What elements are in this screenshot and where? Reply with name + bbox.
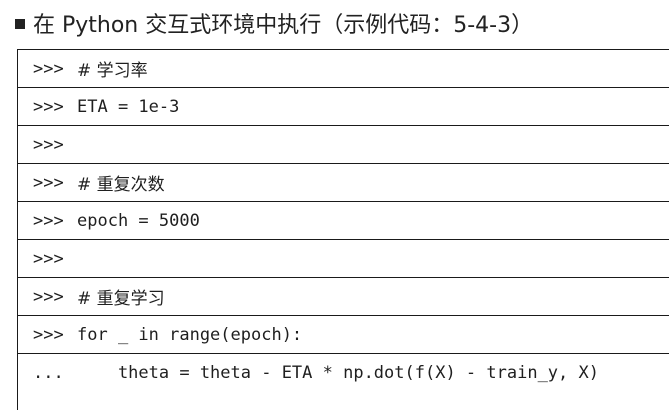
- prompt-marker: >>>: [33, 96, 64, 117]
- prompt-marker: ...: [33, 363, 64, 383]
- square-bullet-icon: [15, 19, 25, 29]
- page-heading: 在 Python 交互式环境中执行（示例代码：5-4-3）: [15, 6, 533, 40]
- prompt-marker: >>>: [33, 134, 64, 155]
- code-row: >>> ETA = 1e-3: [18, 88, 669, 126]
- code-line: theta = theta - ETA * np.dot(f(X) - trai…: [77, 363, 599, 383]
- code-row: >>>: [18, 240, 669, 278]
- heading-text: 在 Python 交互式环境中执行（示例代码：5-4-3）: [33, 13, 534, 38]
- code-row: ... theta = theta - ETA * np.dot(f(X) - …: [18, 354, 669, 392]
- code-row: >>> epoch = 5000: [18, 202, 669, 240]
- prompt-marker: >>>: [33, 210, 64, 231]
- code-row: >>> for _ in range(epoch):: [18, 316, 669, 354]
- prompt-marker: >>>: [33, 172, 64, 193]
- code-line: epoch = 5000: [77, 210, 200, 231]
- code-row: >>> # 重复次数: [18, 164, 669, 202]
- code-line: # 重复次数: [77, 175, 165, 195]
- prompt-marker: >>>: [33, 324, 64, 345]
- code-row: >>> # 学习率: [18, 50, 669, 88]
- code-line: for _ in range(epoch):: [77, 324, 303, 345]
- prompt-marker: >>>: [33, 286, 64, 307]
- prompt-marker: >>>: [33, 58, 64, 79]
- code-block: >>> # 学习率 >>> ETA = 1e-3 >>> >>> # 重复次数 >>>…: [17, 49, 669, 410]
- code-row: >>>: [18, 126, 669, 164]
- code-line: # 重复学习: [77, 289, 165, 309]
- code-line: ETA = 1e-3: [77, 96, 180, 117]
- code-row: >>> # 重复学习: [18, 278, 669, 316]
- prompt-marker: >>>: [33, 248, 64, 269]
- code-line: # 学习率: [77, 61, 148, 81]
